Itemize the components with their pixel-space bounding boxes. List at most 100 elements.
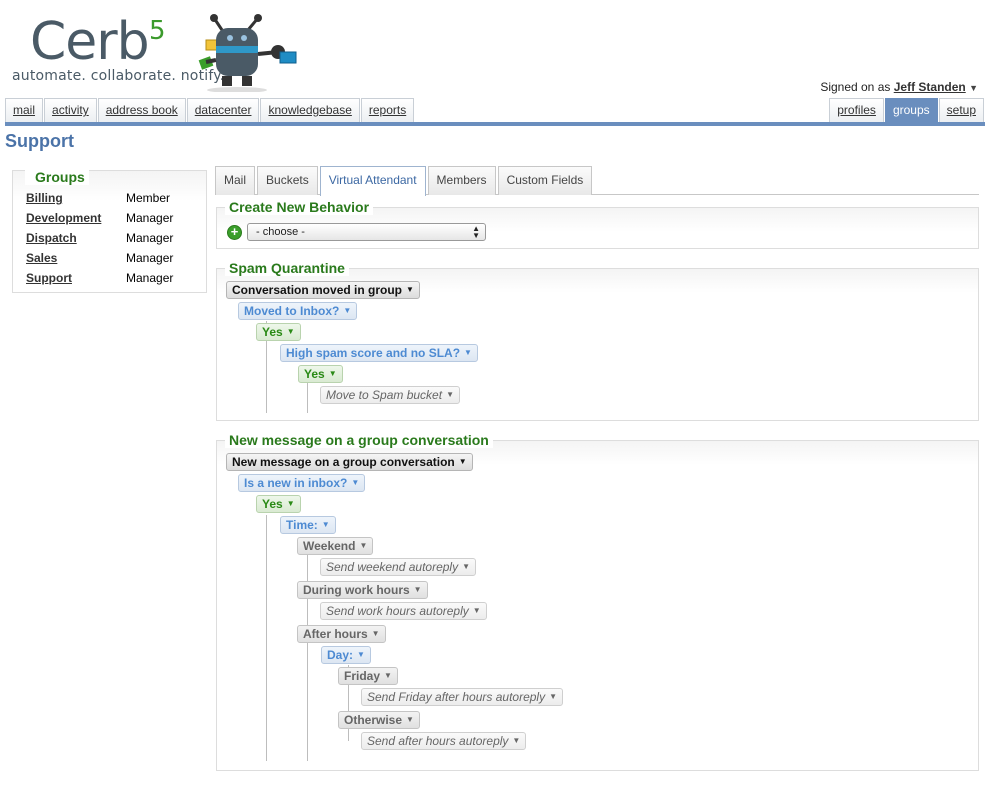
tab-mail[interactable]: Mail bbox=[215, 166, 256, 195]
nav-mail[interactable]: mail bbox=[5, 98, 44, 122]
group-role: Member bbox=[126, 191, 171, 205]
add-icon[interactable]: + bbox=[227, 225, 242, 240]
action-node[interactable]: Send weekend autoreply ▼ bbox=[320, 558, 477, 576]
nav-divider bbox=[5, 122, 985, 126]
groups-table: Billing Member Development Manager Dispatc… bbox=[26, 189, 199, 289]
nav-reports[interactable]: reports bbox=[360, 98, 415, 122]
chevron-down-icon: ▼ bbox=[357, 650, 365, 659]
outcome-node[interactable]: Yes ▼ bbox=[298, 365, 343, 383]
user-menu[interactable]: Jeff Standen bbox=[894, 80, 966, 94]
node-label: Yes bbox=[304, 367, 325, 381]
page-title: Support bbox=[5, 131, 74, 151]
group-role: Manager bbox=[126, 211, 174, 225]
node-label: High spam score and no SLA? bbox=[286, 346, 461, 360]
groups-panel: Groups Billing Member Development Manager … bbox=[12, 169, 207, 293]
logo-version: 5 bbox=[149, 16, 166, 46]
group-link-support[interactable]: Support bbox=[26, 269, 126, 289]
switch-node[interactable]: Day: ▼ bbox=[321, 646, 371, 664]
robot-mascot-icon bbox=[198, 14, 297, 92]
switch-node[interactable]: High spam score and no SLA? ▼ bbox=[280, 344, 478, 362]
chevron-down-icon: ▼ bbox=[371, 629, 380, 638]
create-behavior-section: Create New Behavior + - choose - ▲ ▼ bbox=[216, 199, 979, 249]
nav-datacenter[interactable]: datacenter bbox=[186, 98, 260, 122]
group-link-billing[interactable]: Billing bbox=[26, 189, 126, 209]
chevron-down-icon: ▼ bbox=[458, 457, 467, 466]
outcome-node[interactable]: Weekend ▼ bbox=[297, 537, 374, 555]
chevron-down-icon: ▼ bbox=[359, 541, 368, 550]
node-label: Otherwise bbox=[344, 713, 403, 727]
chevron-down-icon: ▼ bbox=[406, 715, 414, 724]
chevron-down-icon: ▼ bbox=[512, 736, 521, 745]
trigger-node[interactable]: Conversation moved in group ▼ bbox=[226, 281, 420, 299]
tab-buckets[interactable]: Buckets bbox=[257, 166, 318, 195]
node-label: Weekend bbox=[303, 539, 356, 553]
outcome-node[interactable]: Friday ▼ bbox=[338, 667, 398, 685]
group-link-sales[interactable]: Sales bbox=[26, 249, 126, 269]
nav-setup[interactable]: setup bbox=[938, 98, 984, 122]
right-nav: profiles groups setup bbox=[829, 98, 985, 122]
switch-node[interactable]: Moved to Inbox? ▼ bbox=[238, 302, 358, 320]
chevron-down-icon: ▼ bbox=[384, 671, 392, 680]
action-node[interactable]: Send Friday after hours autoreply ▼ bbox=[361, 688, 564, 706]
tab-custom-fields[interactable]: Custom Fields bbox=[497, 166, 593, 195]
outcome-node[interactable]: Otherwise ▼ bbox=[338, 711, 420, 729]
table-row: Development Manager bbox=[26, 209, 199, 229]
action-node[interactable]: Move to Spam bucket ▼ bbox=[320, 386, 460, 404]
select-arrows-icon: ▲ ▼ bbox=[472, 224, 480, 240]
tree-line bbox=[307, 537, 308, 761]
table-row: Sales Manager bbox=[26, 249, 199, 269]
outcome-node[interactable]: During work hours ▼ bbox=[297, 581, 428, 599]
group-link-development[interactable]: Development bbox=[26, 209, 126, 229]
create-behavior-heading: Create New Behavior bbox=[225, 199, 374, 215]
node-label: Send weekend autoreply bbox=[326, 560, 459, 574]
behavior-select-value: - choose - bbox=[256, 226, 305, 238]
tree-line bbox=[266, 515, 267, 761]
node-label: Yes bbox=[262, 497, 283, 511]
group-link-dispatch[interactable]: Dispatch bbox=[26, 229, 126, 249]
chevron-down-icon: ▼ bbox=[321, 520, 330, 529]
chevron-down-icon: ▼ bbox=[446, 390, 454, 399]
table-row: Support Manager bbox=[26, 269, 199, 289]
tab-virtual-attendant[interactable]: Virtual Attendant bbox=[319, 166, 426, 196]
action-node[interactable]: Send after hours autoreply ▼ bbox=[361, 732, 527, 750]
chevron-down-icon: ▼ bbox=[343, 306, 352, 315]
action-node[interactable]: Send work hours autoreply ▼ bbox=[320, 602, 487, 620]
node-label: Moved to Inbox? bbox=[244, 304, 340, 318]
chevron-down-icon[interactable]: ▼ bbox=[969, 83, 978, 93]
trigger-node[interactable]: New message on a group conversation ▼ bbox=[226, 453, 473, 471]
node-label: Move to Spam bucket bbox=[326, 388, 443, 402]
chevron-down-icon: ▼ bbox=[413, 585, 422, 594]
switch-node[interactable]: Time: ▼ bbox=[280, 516, 336, 534]
group-tabs: Mail Buckets Virtual Attendant Members C… bbox=[215, 166, 979, 196]
main-nav: mail activity address book datacenter kn… bbox=[5, 98, 415, 122]
behavior-select[interactable]: - choose - ▲ ▼ bbox=[247, 223, 486, 241]
node-label: Conversation moved in group bbox=[232, 283, 403, 297]
nav-groups[interactable]: groups bbox=[884, 98, 938, 122]
logo-word: Cerb bbox=[30, 12, 150, 72]
node-label: Yes bbox=[262, 325, 283, 339]
nav-activity[interactable]: activity bbox=[44, 98, 97, 122]
behavior-title: Spam Quarantine bbox=[225, 260, 349, 276]
node-label: Send after hours autoreply bbox=[367, 734, 509, 748]
outcome-node[interactable]: After hours ▼ bbox=[297, 625, 386, 643]
node-label: Send work hours autoreply bbox=[326, 604, 469, 618]
node-label: After hours bbox=[303, 627, 368, 641]
table-row: Billing Member bbox=[26, 189, 199, 209]
signed-on-label: Signed on as bbox=[820, 80, 891, 94]
chevron-down-icon: ▼ bbox=[462, 562, 471, 571]
node-label: Is a new in inbox? bbox=[244, 476, 348, 490]
chevron-down-icon: ▼ bbox=[549, 692, 558, 701]
switch-node[interactable]: Is a new in inbox? ▼ bbox=[238, 474, 366, 492]
chevron-down-icon: ▼ bbox=[406, 285, 414, 294]
outcome-node[interactable]: Yes ▼ bbox=[256, 495, 301, 513]
outcome-node[interactable]: Yes ▼ bbox=[256, 323, 301, 341]
chevron-down-icon: ▼ bbox=[472, 606, 481, 615]
groups-heading: Groups bbox=[25, 169, 89, 185]
chevron-down-icon: ▼ bbox=[286, 499, 295, 508]
node-label: New message on a group conversation bbox=[232, 455, 455, 469]
nav-profiles[interactable]: profiles bbox=[829, 98, 884, 122]
tab-members[interactable]: Members bbox=[427, 166, 496, 195]
nav-address-book[interactable]: address book bbox=[97, 98, 186, 122]
nav-knowledgebase[interactable]: knowledgebase bbox=[260, 98, 360, 122]
chevron-down-icon: ▼ bbox=[351, 478, 360, 487]
